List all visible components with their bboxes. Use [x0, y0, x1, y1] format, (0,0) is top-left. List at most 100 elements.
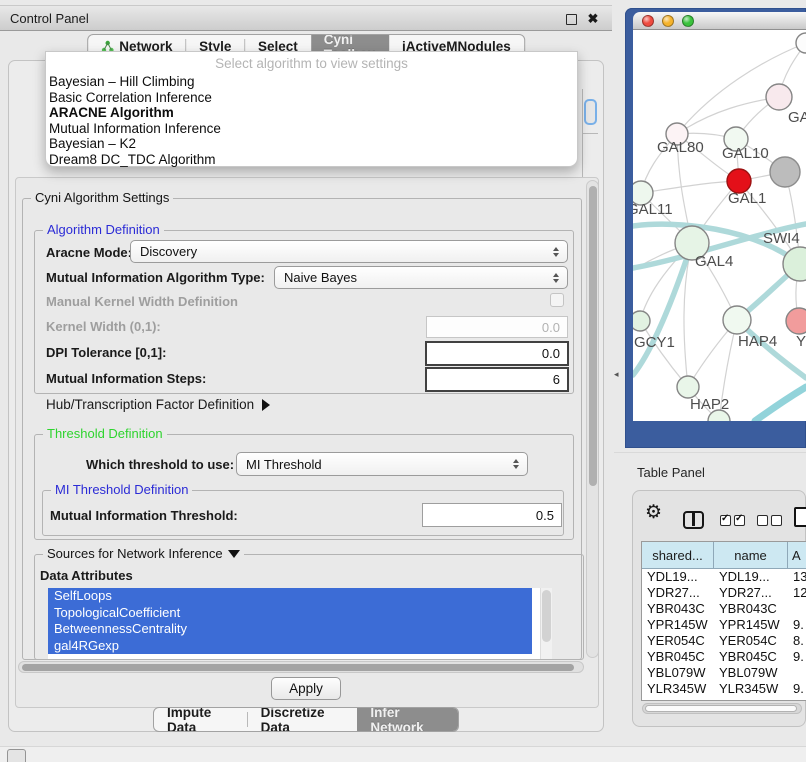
column-header[interactable]: shared...	[642, 542, 714, 568]
table-row[interactable]: YIL052CYIL052C9	[642, 697, 806, 701]
kernel-width-field[interactable]: 0.0	[426, 316, 568, 338]
algorithm-option[interactable]: Dream8 DC_TDC Algorithm	[46, 152, 577, 168]
table-cell: YLR345W	[642, 681, 714, 697]
aracne-mode-select[interactable]: Discovery	[130, 240, 568, 263]
attributes-scrollbar	[540, 588, 552, 659]
table-cell: YBL079W	[642, 665, 714, 681]
mi-type-label: Mutual Information Algorithm Type:	[46, 270, 265, 285]
close-button[interactable]	[642, 15, 654, 27]
algorithm-option[interactable]: Bayesian – Hill Climbing	[46, 74, 577, 90]
network-node[interactable]	[766, 84, 792, 110]
network-node[interactable]	[796, 33, 806, 53]
manual-kernel-checkbox[interactable]	[550, 293, 564, 307]
settings-hscrollbar-thumb[interactable]	[22, 664, 574, 671]
network-canvas[interactable]: GALGAL80GAL10GAL1GAL11SWI4GAL4GCY1HAP4YH…	[633, 30, 806, 421]
minimized-panel-icon[interactable]	[7, 749, 26, 762]
zoom-button[interactable]	[682, 15, 694, 27]
table-row[interactable]: YER054CYER054C8.	[642, 633, 806, 649]
network-node[interactable]	[633, 311, 650, 331]
attribute-item[interactable]: SelfLoops	[48, 588, 532, 605]
table-cell: YPR145W	[714, 617, 788, 633]
table-row[interactable]: YBR045CYBR045C9.	[642, 649, 806, 665]
splitter-collapse-icon[interactable]: ◂	[614, 369, 619, 380]
split-columns-icon[interactable]	[683, 511, 704, 529]
which-threshold-select[interactable]: MI Threshold	[236, 452, 528, 476]
network-edge[interactable]	[677, 97, 779, 134]
attribute-item[interactable]: gal4RGexp	[48, 638, 532, 655]
panel-divider	[614, 452, 806, 453]
control-panel-titlebar: Control Panel ✖	[0, 5, 612, 31]
which-threshold-value: MI Threshold	[246, 457, 322, 472]
table-row[interactable]: YDR27...YDR27...12	[642, 585, 806, 601]
tab-infer-network[interactable]: Infer Network	[357, 708, 458, 731]
sources-title-row[interactable]: Sources for Network Inference	[43, 546, 244, 561]
table-cell: 9.	[788, 617, 806, 633]
gear-icon[interactable]: ⚙	[645, 501, 662, 524]
table-cell: YDL19...	[714, 569, 788, 585]
table-cell: 8.	[788, 633, 806, 649]
table-row[interactable]: YBL079WYBL079W	[642, 665, 806, 681]
node-label: GAL11	[633, 201, 673, 218]
table-hscrollbar-thumb[interactable]	[645, 705, 797, 712]
tab-label: Infer Network	[370, 707, 445, 732]
table-row[interactable]: YDL19...YDL19...13	[642, 569, 806, 585]
algorithm-option[interactable]: Mutual Information Inference	[46, 121, 577, 137]
table-cell: YDL19...	[642, 569, 714, 585]
aracne-mode-value: Discovery	[140, 244, 197, 259]
checked-boxes-icon[interactable]	[720, 515, 745, 526]
column-header[interactable]: name	[714, 542, 788, 568]
attributes-scrollbar-thumb[interactable]	[542, 590, 551, 642]
network-node[interactable]	[677, 376, 699, 398]
spinner-arrows-icon	[553, 273, 559, 283]
node-table: shared...nameA YDL19...YDL19...13YDR27..…	[641, 541, 806, 701]
table-cell: 9	[788, 697, 806, 701]
hub-definition-toggle[interactable]: Hub/Transcription Factor Definition	[46, 397, 270, 412]
mi-steps-label: Mutual Information Steps:	[46, 371, 206, 386]
bottom-tabbar: Impute DataDiscretize Data Infer Network	[153, 707, 459, 732]
document-icon[interactable]	[794, 507, 806, 527]
unchecked-boxes-icon[interactable]	[757, 515, 782, 526]
column-header[interactable]: A	[788, 542, 806, 568]
close-icon[interactable]: ✖	[586, 12, 600, 26]
table-cell: YDR27...	[714, 585, 788, 601]
table-cell	[788, 665, 806, 681]
attribute-item[interactable]: TopologicalCoefficient	[48, 605, 532, 622]
mi-threshold-field[interactable]: 0.5	[422, 503, 562, 527]
table-cell: YIL052C	[642, 697, 714, 701]
tab-impute-data[interactable]: Impute Data	[154, 708, 247, 731]
settings-vscrollbar	[586, 180, 599, 658]
settings-vscrollbar-thumb[interactable]	[589, 186, 597, 486]
network-edge[interactable]	[641, 181, 739, 193]
network-edge[interactable]	[755, 387, 806, 421]
apply-button[interactable]: Apply	[271, 677, 341, 700]
dpi-tolerance-field[interactable]: 0.0	[425, 341, 569, 366]
table-cell: 13	[788, 569, 806, 585]
float-window-icon[interactable]	[564, 12, 578, 26]
bottom-strip	[0, 746, 806, 762]
node-label: GCY1	[634, 334, 675, 351]
table-row[interactable]: YLR345WYLR345W9.	[642, 681, 806, 697]
focused-spinner-fragment[interactable]	[584, 99, 597, 125]
algorithm-option[interactable]: ARACNE Algorithm	[46, 105, 577, 121]
network-node[interactable]	[770, 157, 800, 187]
mi-type-select[interactable]: Naive Bayes	[274, 266, 568, 289]
mi-steps-field[interactable]: 6	[425, 367, 569, 392]
network-node[interactable]	[723, 306, 751, 334]
minimize-button[interactable]	[662, 15, 674, 27]
screen: Control Panel ✖ NetworkStyleSelectCyni T…	[0, 0, 806, 762]
which-threshold-label: Which threshold to use:	[86, 457, 234, 472]
algorithm-option[interactable]: Basic Correlation Inference	[46, 90, 577, 106]
hidden-panel-border	[582, 133, 598, 134]
node-label: Y	[796, 333, 806, 350]
algorithm-option[interactable]: Bayesian – K2	[46, 136, 577, 152]
table-row[interactable]: YPR145WYPR145W9.	[642, 617, 806, 633]
node-label: HAP2	[690, 396, 729, 413]
network-node[interactable]	[786, 308, 806, 334]
table-row[interactable]: YBR043CYBR043C	[642, 601, 806, 617]
tab-discretize-data[interactable]: Discretize Data	[248, 708, 358, 731]
threshold-definition-title: Threshold Definition	[43, 426, 167, 441]
attribute-item[interactable]: BetweennessCentrality	[48, 621, 532, 638]
node-label: GAL80	[657, 139, 704, 156]
settings-hscrollbar	[18, 661, 584, 673]
spinner-arrows-icon	[553, 247, 559, 257]
